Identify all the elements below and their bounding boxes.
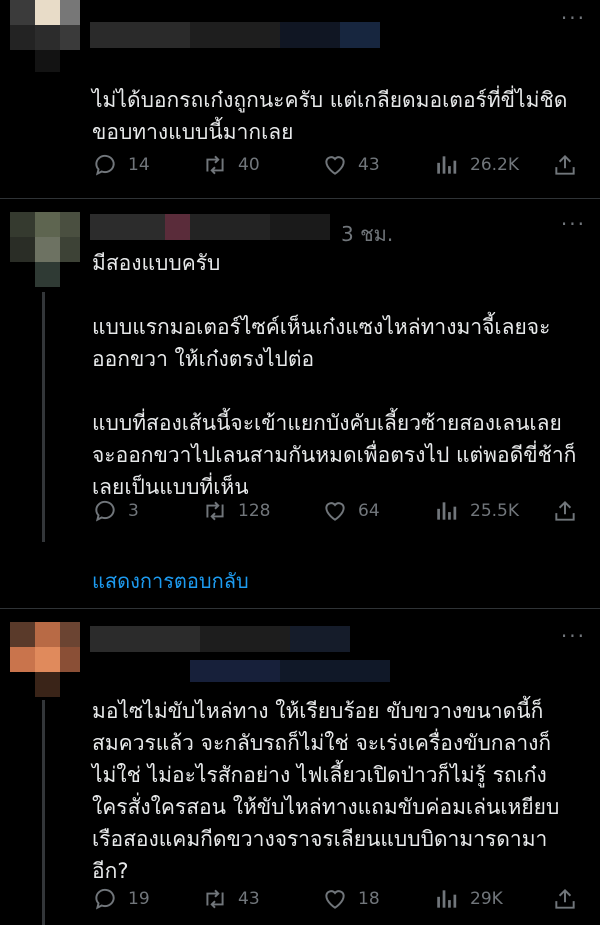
like-icon (325, 502, 345, 521)
avatar[interactable] (10, 622, 80, 697)
views-icon (437, 156, 457, 174)
display-name[interactable] (90, 214, 330, 240)
views-icon (437, 502, 457, 520)
timestamp[interactable]: 3 ชม. (341, 218, 393, 250)
like-button[interactable]: 43 (322, 152, 380, 178)
handle[interactable] (190, 660, 390, 682)
retweet-icon (206, 155, 224, 175)
reply-count: 3 (128, 501, 139, 521)
more-icon[interactable]: ··· (561, 624, 586, 648)
retweet-count: 128 (238, 501, 271, 521)
views-button[interactable]: 26.2K (434, 152, 519, 178)
share-icon (555, 500, 575, 521)
divider (0, 198, 600, 199)
view-count: 26.2K (470, 155, 519, 175)
thread-line (42, 292, 45, 542)
retweet-count: 40 (238, 155, 260, 175)
avatar[interactable] (10, 212, 80, 287)
thread-line (42, 700, 45, 925)
like-count: 64 (358, 501, 380, 521)
reply-icon (95, 154, 115, 176)
like-button[interactable]: 18 (322, 886, 380, 912)
tweet-text: มอไซไม่ขับไหล่ทาง ให้เรียบร้อย ขับขวางขน… (92, 699, 560, 883)
views-button[interactable]: 29K (434, 886, 503, 912)
divider (0, 608, 600, 609)
tweet-text: มีสองแบบครับ แบบแรกมอเตอร์ไซค์เห็นเก๋งแซ… (92, 251, 577, 499)
more-icon[interactable]: ··· (561, 6, 586, 30)
share-icon (555, 888, 575, 909)
reply-count: 14 (128, 155, 150, 175)
like-icon (325, 156, 345, 175)
avatar[interactable] (10, 0, 80, 90)
reply-button[interactable]: 3 (92, 498, 139, 524)
like-button[interactable]: 64 (322, 498, 380, 524)
reply-icon (95, 500, 115, 522)
action-bar: 14 40 43 26.2K (92, 152, 582, 182)
share-icon (555, 154, 575, 175)
more-icon[interactable]: ··· (561, 212, 586, 236)
view-count: 29K (470, 889, 503, 909)
share-button[interactable] (552, 498, 588, 524)
reply-count: 19 (128, 889, 150, 909)
tweet-text: ไม่ได้บอกรถเก๋งถูกนะครับ แต่เกลียดมอเตอร… (92, 88, 568, 144)
retweet-button[interactable]: 40 (202, 152, 260, 178)
like-icon (325, 890, 345, 909)
retweet-icon (206, 501, 224, 521)
share-button[interactable] (552, 152, 588, 178)
reply-button[interactable]: 14 (92, 152, 150, 178)
show-replies-link[interactable]: แสดงการตอบกลับ (92, 565, 249, 597)
like-count: 43 (358, 155, 380, 175)
retweet-button[interactable]: 128 (202, 498, 270, 524)
reply-icon (95, 888, 115, 910)
views-icon (437, 890, 457, 908)
display-name[interactable] (90, 626, 400, 652)
retweet-count: 43 (238, 889, 260, 909)
like-count: 18 (358, 889, 380, 909)
display-name[interactable] (90, 22, 390, 48)
retweet-icon (206, 889, 224, 909)
share-button[interactable] (552, 886, 588, 912)
reply-button[interactable]: 19 (92, 886, 150, 912)
view-count: 25.5K (470, 501, 519, 521)
retweet-button[interactable]: 43 (202, 886, 260, 912)
action-bar: 3 128 64 25.5K (92, 498, 582, 528)
action-bar: 19 43 18 29K (92, 886, 582, 916)
views-button[interactable]: 25.5K (434, 498, 519, 524)
